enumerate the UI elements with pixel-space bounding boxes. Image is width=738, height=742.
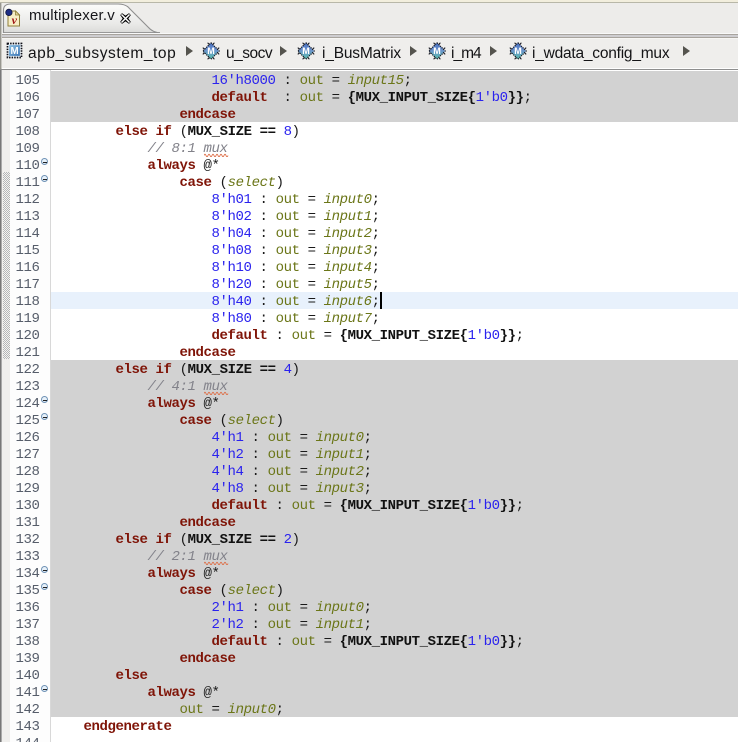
svg-text:v: v bbox=[12, 13, 18, 27]
svg-text:M: M bbox=[433, 46, 441, 56]
svg-text:M: M bbox=[207, 46, 215, 56]
svg-text:M: M bbox=[514, 46, 522, 56]
svg-text:M: M bbox=[11, 46, 19, 57]
svg-text:M: M bbox=[302, 46, 310, 56]
